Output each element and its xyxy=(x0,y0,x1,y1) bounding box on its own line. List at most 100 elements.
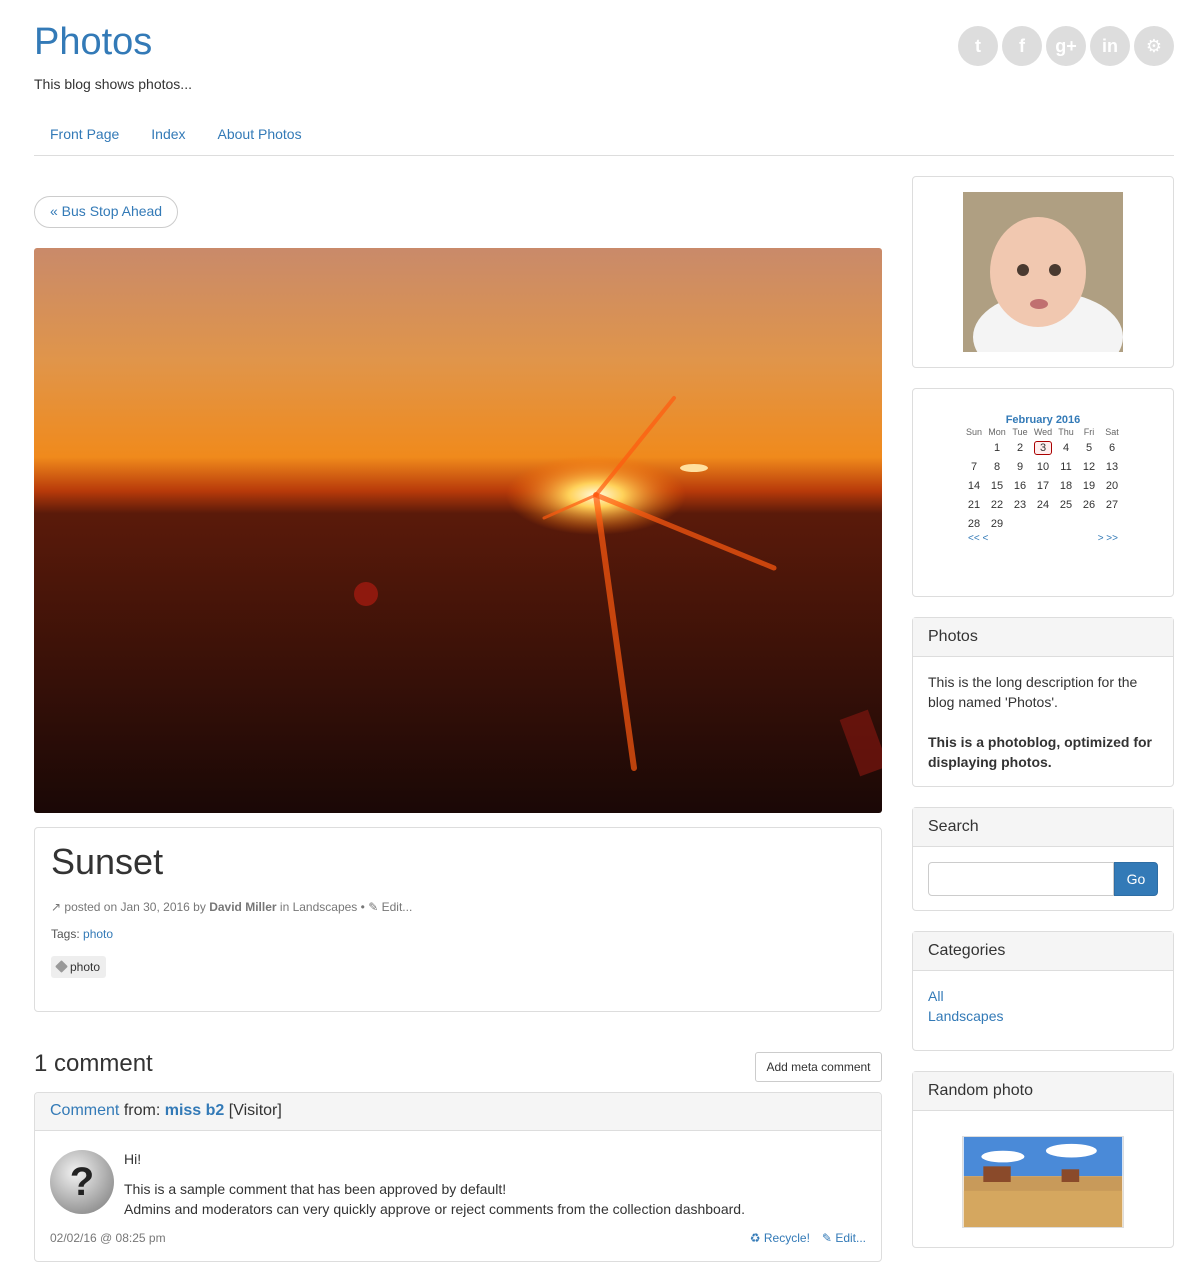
calendar-day[interactable]: 6 xyxy=(1101,438,1124,457)
calendar-title[interactable]: February 2016 xyxy=(913,414,1173,426)
calendar-day[interactable]: 27 xyxy=(1101,495,1124,514)
twitter-icon[interactable]: t xyxy=(958,26,998,66)
categories-title: Categories xyxy=(913,932,1173,971)
author-avatar-image[interactable] xyxy=(963,192,1123,352)
social-links: t f g+ in ⚙ xyxy=(958,26,1174,66)
calendar-day[interactable]: 12 xyxy=(1078,457,1101,476)
post-author[interactable]: David Miller xyxy=(209,900,276,914)
comment-line: Hi! xyxy=(124,1151,142,1167)
calendar-day-label: 2 xyxy=(1016,441,1024,454)
linkedin-icon[interactable]: in xyxy=(1090,26,1130,66)
calendar-day[interactable]: 15 xyxy=(986,476,1009,495)
post-edit-link[interactable]: Edit... xyxy=(382,900,413,914)
search-input[interactable] xyxy=(928,862,1114,896)
comment-edit-button[interactable]: ✎ Edit... xyxy=(822,1231,866,1245)
calendar-day xyxy=(1078,514,1101,533)
calendar-day-label: 25 xyxy=(1059,498,1073,511)
post-category[interactable]: in Landscapes • xyxy=(280,900,365,914)
comment-header: Comment from: miss b2 [Visitor] xyxy=(35,1093,881,1131)
tags-label: Tags: xyxy=(51,926,80,941)
calendar-day[interactable]: 9 xyxy=(1009,457,1032,476)
random-photo-image[interactable] xyxy=(962,1136,1124,1228)
calendar-day[interactable]: 24 xyxy=(1032,495,1055,514)
calendar-day[interactable]: 29 xyxy=(986,514,1009,533)
comment: Comment from: miss b2 [Visitor] ? Hi! Th… xyxy=(34,1092,882,1262)
post-title: Sunset xyxy=(51,841,164,882)
comment-author[interactable]: miss b2 xyxy=(165,1102,225,1119)
tag-chip[interactable]: photo xyxy=(51,955,107,978)
comment-permalink[interactable]: Comment xyxy=(50,1102,119,1119)
calendar-day[interactable]: 17 xyxy=(1032,476,1055,495)
nav-front-page[interactable]: Front Page xyxy=(34,114,135,155)
comment-line: Admins and moderators can very quickly a… xyxy=(124,1201,745,1217)
nav-about-photos[interactable]: About Photos xyxy=(202,114,318,155)
blog-description: This is the long description for the blo… xyxy=(928,674,1138,710)
calendar-day[interactable]: 3 xyxy=(1032,438,1055,457)
blog-description-bold: This is a photoblog, optimized for displ… xyxy=(928,734,1152,770)
calendar-day[interactable]: 26 xyxy=(1078,495,1101,514)
calendar-day xyxy=(1101,514,1124,533)
github-icon[interactable]: ⚙ xyxy=(1134,26,1174,66)
calendar-day[interactable]: 4 xyxy=(1055,438,1078,457)
calendar-day xyxy=(1009,514,1032,533)
calendar-next[interactable]: > >> xyxy=(1098,533,1118,544)
calendar-day-label: 12 xyxy=(1082,460,1096,473)
search-title: Search xyxy=(913,808,1173,847)
calendar-week: 14 15 16 17 18 19 20 xyxy=(963,476,1124,495)
calendar-day[interactable]: 14 xyxy=(963,476,986,495)
calendar-day-label: 5 xyxy=(1085,441,1093,454)
facebook-icon[interactable]: f xyxy=(1002,26,1042,66)
calendar-day-label: 9 xyxy=(1016,460,1024,473)
calendar-day[interactable]: 7 xyxy=(963,457,986,476)
category-landscapes[interactable]: Landscapes xyxy=(928,1008,1004,1024)
calendar-day[interactable]: 8 xyxy=(986,457,1009,476)
calendar-week: 21 22 23 24 25 26 27 xyxy=(963,495,1124,514)
site-title[interactable]: Photos xyxy=(34,21,152,64)
calendar-day[interactable]: 25 xyxy=(1055,495,1078,514)
nav-index[interactable]: Index xyxy=(135,114,201,155)
calendar-day[interactable]: 18 xyxy=(1055,476,1078,495)
calendar-panel: February 2016 Sun Mon Tue Wed Thu Fri Sat 1234… xyxy=(912,388,1174,597)
calendar-day-label: 27 xyxy=(1105,498,1119,511)
comment-edit-label: Edit... xyxy=(835,1231,866,1245)
comments-heading: 1 comment xyxy=(34,1050,153,1077)
search-go-button[interactable]: Go xyxy=(1114,862,1158,896)
calendar-day[interactable]: 5 xyxy=(1078,438,1101,457)
google-plus-icon[interactable]: g+ xyxy=(1046,26,1086,66)
calendar-day-header: Sat xyxy=(1105,427,1119,437)
calendar-day-label: 6 xyxy=(1108,441,1116,454)
comment-from-label: from: xyxy=(123,1102,161,1119)
recycle-button[interactable]: ♻ Recycle! xyxy=(750,1231,810,1245)
tags-line: Tags: photo xyxy=(51,927,865,941)
calendar: February 2016 Sun Mon Tue Wed Thu Fri Sat 1234… xyxy=(913,414,1173,544)
calendar-day-label: 7 xyxy=(970,460,978,473)
calendar-day[interactable]: 1 xyxy=(986,438,1009,457)
calendar-day[interactable]: 10 xyxy=(1032,457,1055,476)
calendar-day[interactable]: 28 xyxy=(963,514,986,533)
prev-post-link[interactable]: « Bus Stop Ahead xyxy=(34,196,179,228)
calendar-day[interactable]: 2 xyxy=(1009,438,1032,457)
calendar-day-label: 20 xyxy=(1105,479,1119,492)
calendar-day[interactable]: 13 xyxy=(1101,457,1124,476)
calendar-day xyxy=(1055,514,1078,533)
calendar-day-label: 15 xyxy=(990,479,1004,492)
calendar-prev[interactable]: << < xyxy=(968,533,988,544)
category-all[interactable]: All xyxy=(928,988,944,1004)
calendar-day[interactable]: 21 xyxy=(963,495,986,514)
calendar-day-label: 29 xyxy=(990,517,1004,530)
calendar-day[interactable]: 16 xyxy=(1009,476,1032,495)
sunset-image xyxy=(34,248,882,813)
edit-icon: ✎ xyxy=(368,899,379,914)
post-photo[interactable] xyxy=(34,248,882,813)
calendar-day[interactable]: 20 xyxy=(1101,476,1124,495)
calendar-day[interactable]: 22 xyxy=(986,495,1009,514)
calendar-day[interactable]: 11 xyxy=(1055,457,1078,476)
calendar-day-label: 21 xyxy=(967,498,981,511)
comment-line: This is a sample comment that has been a… xyxy=(124,1181,507,1197)
add-meta-comment-button[interactable]: Add meta comment xyxy=(755,1052,882,1082)
calendar-day-label: 22 xyxy=(990,498,1004,511)
calendar-day[interactable]: 23 xyxy=(1009,495,1032,514)
calendar-day[interactable]: 19 xyxy=(1078,476,1101,495)
edit-icon: ✎ xyxy=(821,1231,832,1245)
tag-link-photo[interactable]: photo xyxy=(83,927,113,941)
